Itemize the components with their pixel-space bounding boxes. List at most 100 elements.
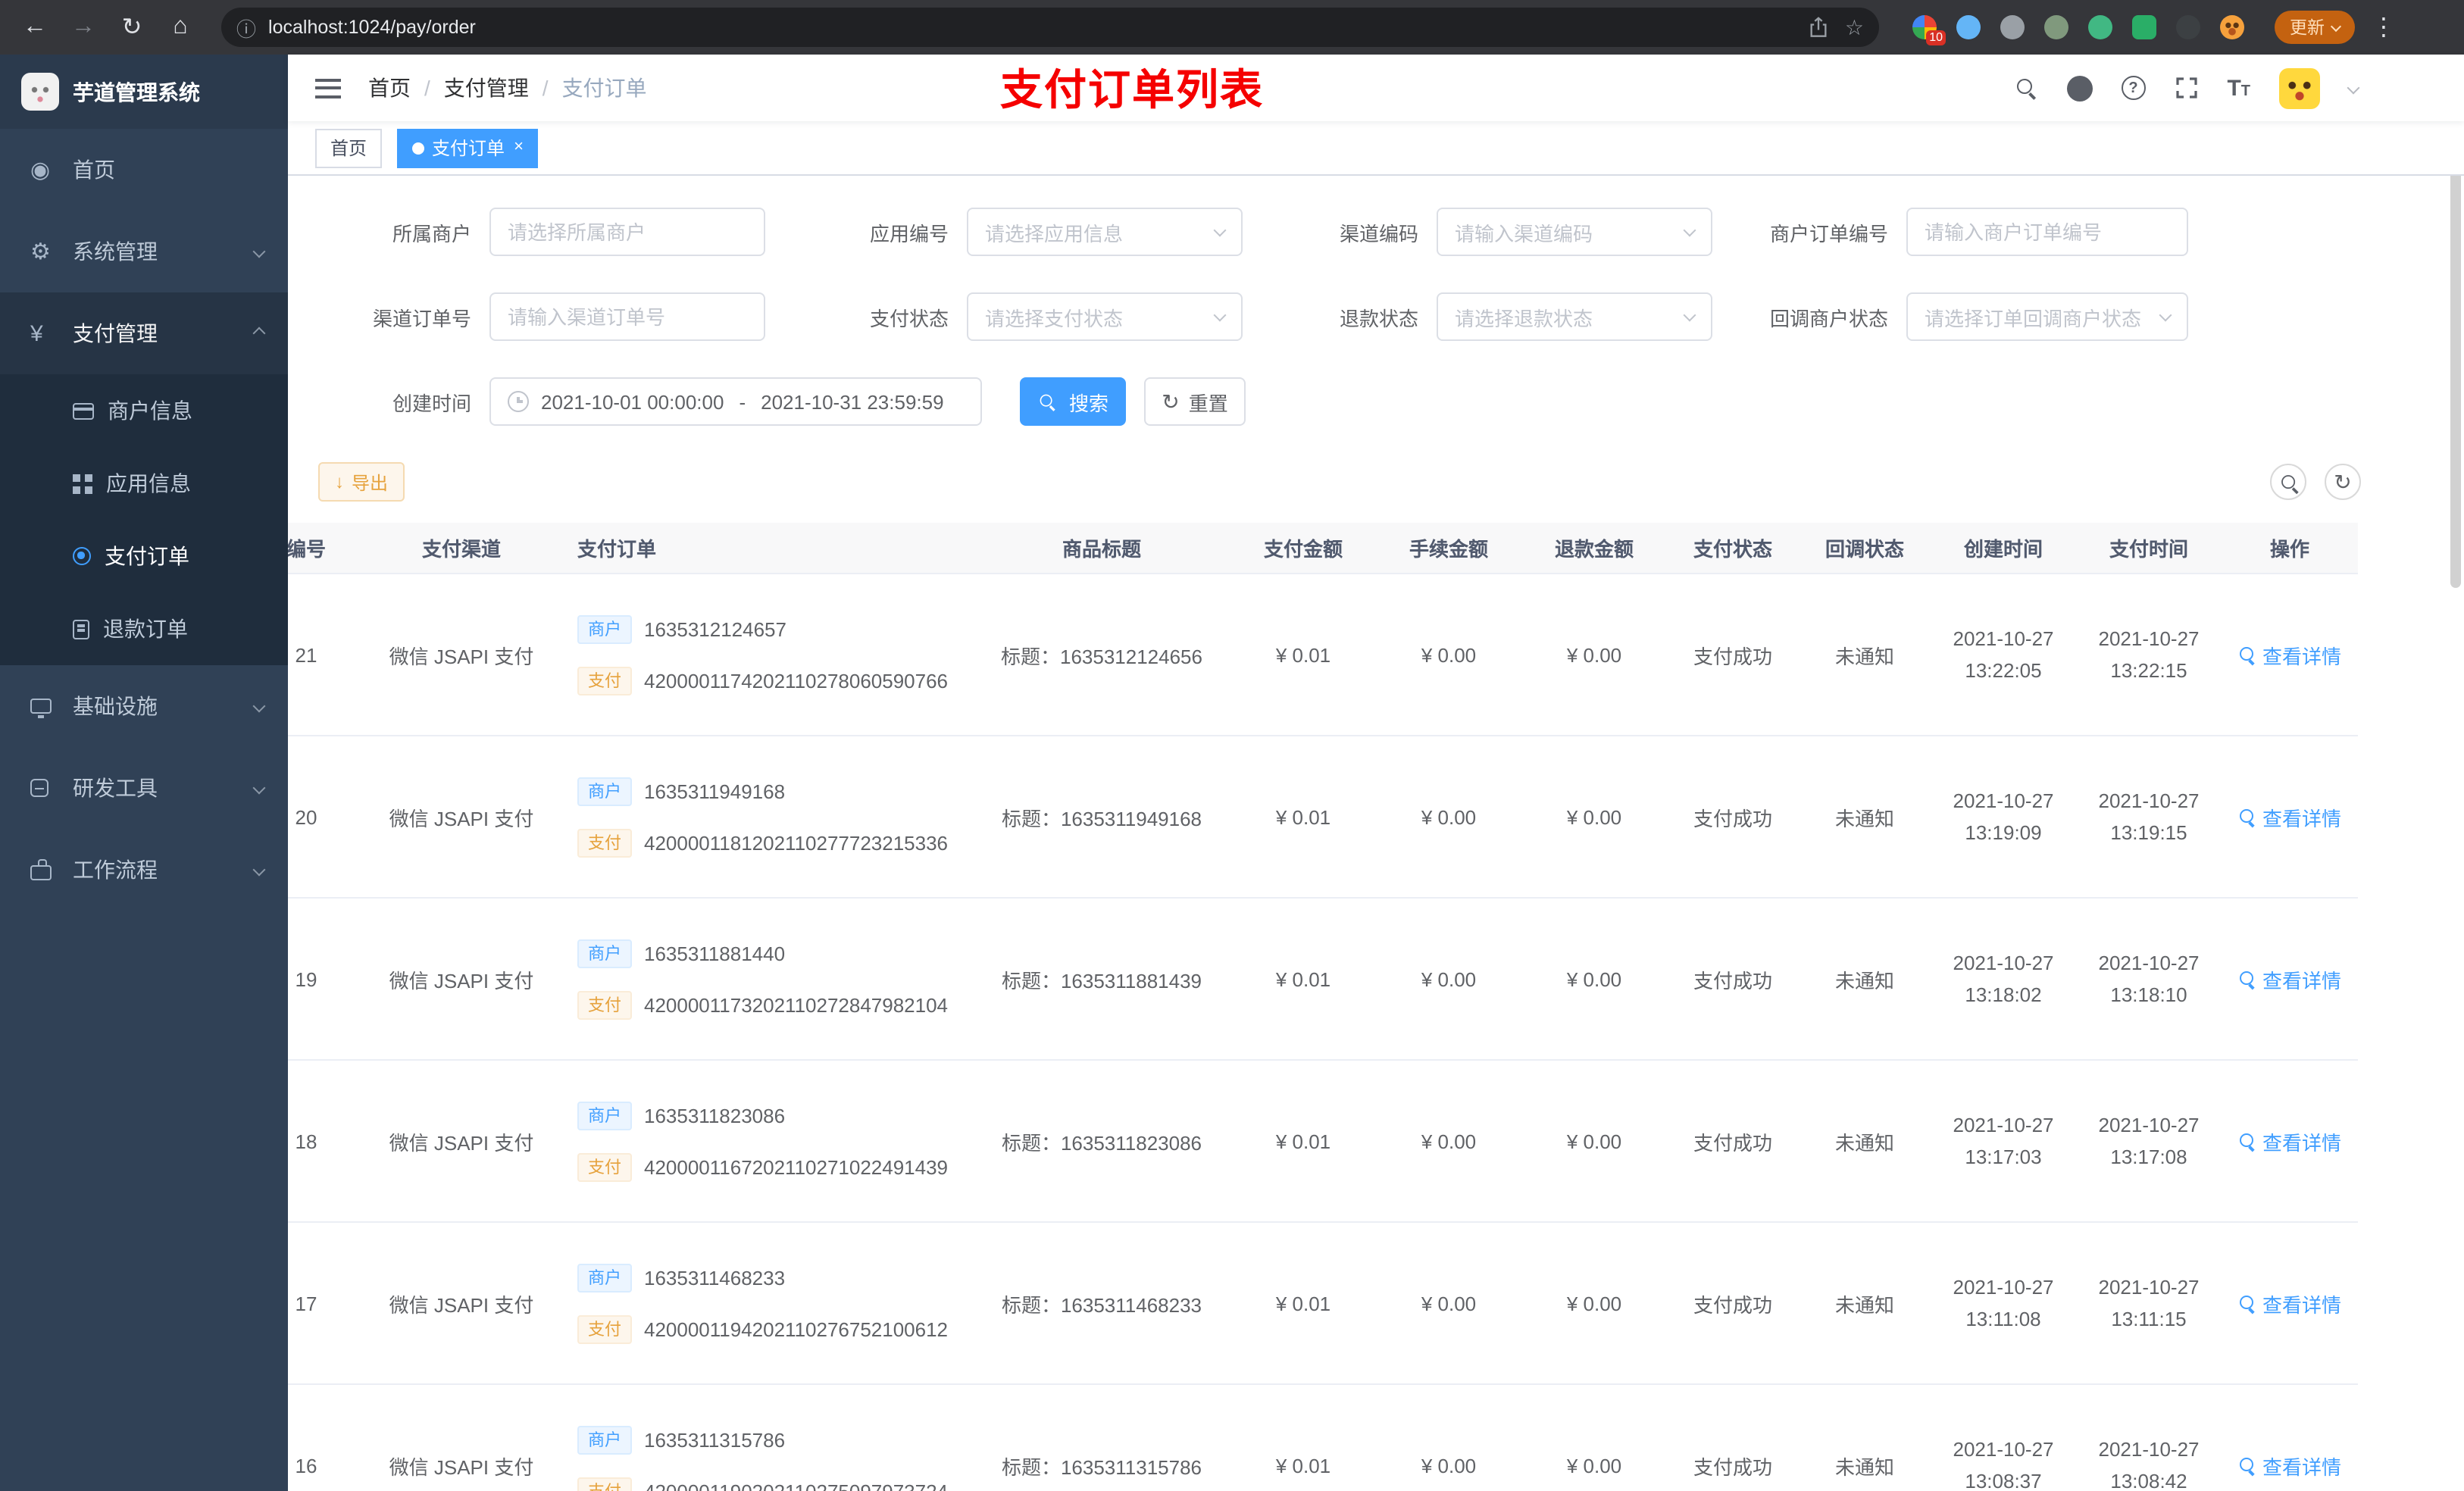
- sidebar-item-merchant-info[interactable]: 商户信息: [0, 374, 288, 447]
- sidebar-item-pay-order[interactable]: 支付订单: [0, 520, 288, 592]
- app-title: 芋道管理系统: [73, 80, 200, 104]
- page-content: 所属商户 应用编号 请选择应用信息 渠道编码 请输入渠道编码: [288, 176, 2464, 1491]
- merchant-order-input[interactable]: [1906, 208, 2188, 256]
- share-icon[interactable]: [1809, 15, 1830, 39]
- channel-code-select[interactable]: 请输入渠道编码: [1437, 208, 1712, 256]
- cell-pay-order: 商户 1635311315786 支付 42000011902021102750…: [556, 1425, 973, 1491]
- help-icon[interactable]: ?: [2121, 76, 2146, 100]
- sidebar: 芋道管理系统 ◉ 首页 ⚙ 系统管理 ¥ 支付管理 商户信息 应用信息 支付订单…: [0, 55, 288, 1491]
- table-row: 19 微信 JSAPI 支付 商户 1635311881440 支付 42000…: [288, 899, 2358, 1061]
- filter-label: 商户订单编号: [1769, 222, 1888, 245]
- filter-pay-status: 支付状态 请选择支付状态: [788, 292, 1243, 341]
- extensions-row: 10: [1912, 15, 2244, 45]
- view-detail-link[interactable]: 查看详情: [2238, 964, 2341, 993]
- chrome-update-button[interactable]: 更新: [2275, 11, 2355, 44]
- forward-icon[interactable]: →: [64, 8, 103, 47]
- cell-order-id: 18: [295, 1130, 317, 1152]
- back-icon[interactable]: ←: [15, 8, 55, 47]
- sidebar-item-devtools[interactable]: 研发工具: [0, 747, 288, 829]
- view-detail-link[interactable]: 查看详情: [2238, 640, 2341, 669]
- chevron-down-icon: [1213, 308, 1227, 321]
- create-time-range-picker[interactable]: 2021-10-01 00:00:00 - 2021-10-31 23:59:5…: [489, 377, 982, 426]
- site-info-icon[interactable]: ⓘ: [236, 13, 256, 42]
- callback-status-select[interactable]: 请选择订单回调商户状态: [1906, 292, 2188, 341]
- search-icon: [2238, 808, 2256, 826]
- sidebar-item-infra[interactable]: 基础设施: [0, 665, 288, 747]
- bookmark-star-icon[interactable]: ☆: [1845, 14, 1864, 40]
- cell-create-time: 2021-10-27 13:18:02: [1953, 951, 2054, 1006]
- cell-product-title: 标题：1635311949168: [973, 802, 1230, 831]
- cell-pay-channel: 微信 JSAPI 支付: [389, 807, 534, 830]
- fullscreen-icon[interactable]: [2174, 76, 2198, 100]
- address-bar[interactable]: ⓘ localhost:1024/pay/order ☆: [221, 8, 1879, 47]
- reload-icon[interactable]: ↻: [112, 8, 152, 47]
- view-detail-link[interactable]: 查看详情: [2238, 1127, 2341, 1155]
- tab-home[interactable]: 首页: [315, 128, 383, 167]
- merchant-order-no: 1635312124657: [644, 617, 786, 640]
- search-button[interactable]: 搜索: [1020, 377, 1126, 426]
- sidebar-item-refund-order[interactable]: 退款订单: [0, 592, 288, 665]
- extension-icon[interactable]: [2132, 15, 2156, 39]
- pay-tag: 支付: [577, 1152, 632, 1181]
- export-button[interactable]: ↓ 导出: [318, 462, 405, 502]
- font-size-icon[interactable]: TT: [2227, 75, 2250, 101]
- view-detail-link[interactable]: 查看详情: [2238, 802, 2341, 831]
- close-icon[interactable]: ×: [514, 139, 524, 156]
- cell-create-time: 2021-10-27 13:17:03: [1953, 1113, 2054, 1168]
- home-icon[interactable]: ⌂: [161, 8, 200, 47]
- sidebar-collapse-icon[interactable]: [315, 78, 341, 98]
- browser-profile-avatar[interactable]: [2220, 15, 2244, 39]
- cell-refund-amount: ¥ 0.00: [1566, 1292, 1622, 1314]
- reset-button[interactable]: ↻ 重置: [1144, 377, 1246, 426]
- link-label: 查看详情: [2262, 1293, 2341, 1316]
- vue-devtools-icon[interactable]: [2088, 15, 2112, 39]
- pay-order-no: 4200001190202110275097973724: [644, 1480, 949, 1491]
- merchant-input[interactable]: [489, 208, 765, 256]
- table-row: 21 微信 JSAPI 支付 商户 1635312124657 支付 42000…: [288, 574, 2358, 736]
- extension-icon[interactable]: 10: [1912, 15, 1946, 45]
- view-detail-link[interactable]: 查看详情: [2238, 1451, 2341, 1480]
- pay-status-select[interactable]: 请选择支付状态: [967, 292, 1243, 341]
- breadcrumb-home[interactable]: 首页: [368, 73, 411, 103]
- sidebar-item-app-info[interactable]: 应用信息: [0, 447, 288, 520]
- link-label: 查看详情: [2262, 645, 2341, 667]
- breadcrumb-pay[interactable]: 支付管理: [444, 73, 529, 103]
- channel-order-input[interactable]: [489, 292, 765, 341]
- breadcrumb-separator: /: [542, 76, 549, 100]
- merchant-tag: 商户: [577, 1101, 632, 1130]
- refresh-table-button[interactable]: ↻: [2325, 464, 2361, 500]
- search-icon[interactable]: [2015, 77, 2037, 99]
- extensions-puzzle-icon[interactable]: [2176, 15, 2200, 39]
- card-icon: [73, 402, 94, 419]
- page-title: 支付订单列表: [1000, 67, 1265, 114]
- user-avatar[interactable]: [2279, 67, 2320, 108]
- scrollbar-thumb[interactable]: [2450, 133, 2461, 588]
- avatar-dropdown-icon[interactable]: [2347, 81, 2360, 95]
- cell-pay-status: 支付成功: [1693, 807, 1772, 830]
- sidebar-item-pay[interactable]: ¥ 支付管理: [0, 292, 288, 374]
- search-icon: [2238, 1456, 2256, 1474]
- extension-icon[interactable]: [2044, 15, 2068, 39]
- table-row: 17 微信 JSAPI 支付 商户 1635311468233 支付 42000…: [288, 1223, 2358, 1385]
- refund-status-select[interactable]: 请选择退款状态: [1437, 292, 1712, 341]
- merchant-order-no: 1635311468233: [644, 1266, 786, 1289]
- browser-menu-icon[interactable]: ⋮: [2364, 8, 2403, 47]
- app-select[interactable]: 请选择应用信息: [967, 208, 1243, 256]
- cell-order-id: 19: [295, 967, 317, 990]
- sidebar-item-system[interactable]: ⚙ 系统管理: [0, 211, 288, 292]
- tab-pay-order[interactable]: 支付订单 ×: [397, 128, 539, 167]
- view-detail-link[interactable]: 查看详情: [2238, 1289, 2341, 1318]
- sidebar-item-home[interactable]: ◉ 首页: [0, 129, 288, 211]
- cell-actions: 查看详情: [2222, 802, 2358, 831]
- app-logo[interactable]: 芋道管理系统: [0, 55, 288, 129]
- sidebar-item-workflow[interactable]: 工作流程: [0, 829, 288, 911]
- cell-actions: 查看详情: [2222, 1289, 2358, 1318]
- extension-icon[interactable]: [1956, 15, 1981, 39]
- filter-label: 回调商户状态: [1769, 307, 1888, 330]
- github-icon[interactable]: [2066, 75, 2093, 101]
- toggle-search-button[interactable]: [2270, 464, 2306, 500]
- page-scrollbar[interactable]: [2450, 61, 2461, 1485]
- date-separator: -: [739, 390, 746, 413]
- extension-icon[interactable]: [2000, 15, 2025, 39]
- tab-label: 支付订单: [432, 138, 505, 159]
